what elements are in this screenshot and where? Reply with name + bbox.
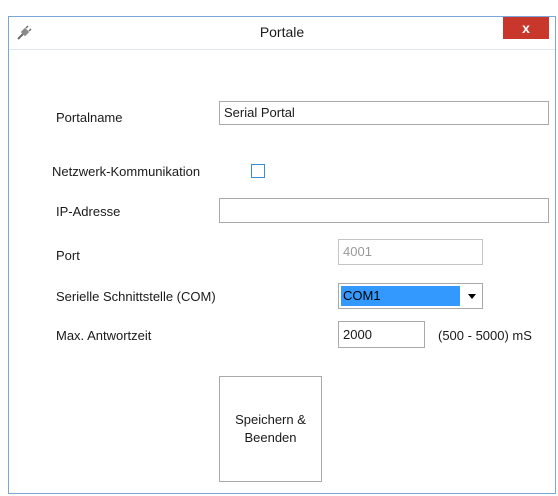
save-button-label: Speichern & Beenden: [235, 411, 306, 447]
window-title: Portale: [259, 24, 305, 40]
netzwerk-checkbox[interactable]: [251, 164, 265, 178]
ip-address-input[interactable]: [219, 198, 549, 223]
com-label: Serielle Schnittstelle (COM): [56, 289, 216, 304]
close-button[interactable]: x: [503, 17, 549, 39]
port-label: Port: [56, 248, 80, 263]
portalname-input[interactable]: Serial Portal: [219, 101, 549, 125]
com-selected-value: COM1: [341, 286, 460, 306]
portalname-label: Portalname: [56, 110, 123, 125]
com-select[interactable]: COM1: [338, 283, 483, 309]
antwortzeit-input[interactable]: 2000: [338, 321, 425, 348]
ip-label: IP-Adresse: [56, 204, 121, 219]
save-button-line-2: Beenden: [244, 430, 297, 445]
save-button-line-1: Speichern &: [235, 412, 306, 427]
antwortzeit-range-hint: (500 - 5000) mS: [438, 328, 532, 343]
save-and-exit-button[interactable]: Speichern & Beenden: [219, 376, 322, 482]
title-bar: Portale x: [9, 17, 555, 50]
chevron-down-icon[interactable]: [462, 284, 482, 308]
port-input[interactable]: 4001: [338, 239, 483, 265]
close-icon: x: [522, 20, 530, 36]
netzwerk-label: Netzwerk-Kommunikation: [52, 164, 201, 179]
antwortzeit-label: Max. Antwortzeit: [56, 328, 152, 343]
